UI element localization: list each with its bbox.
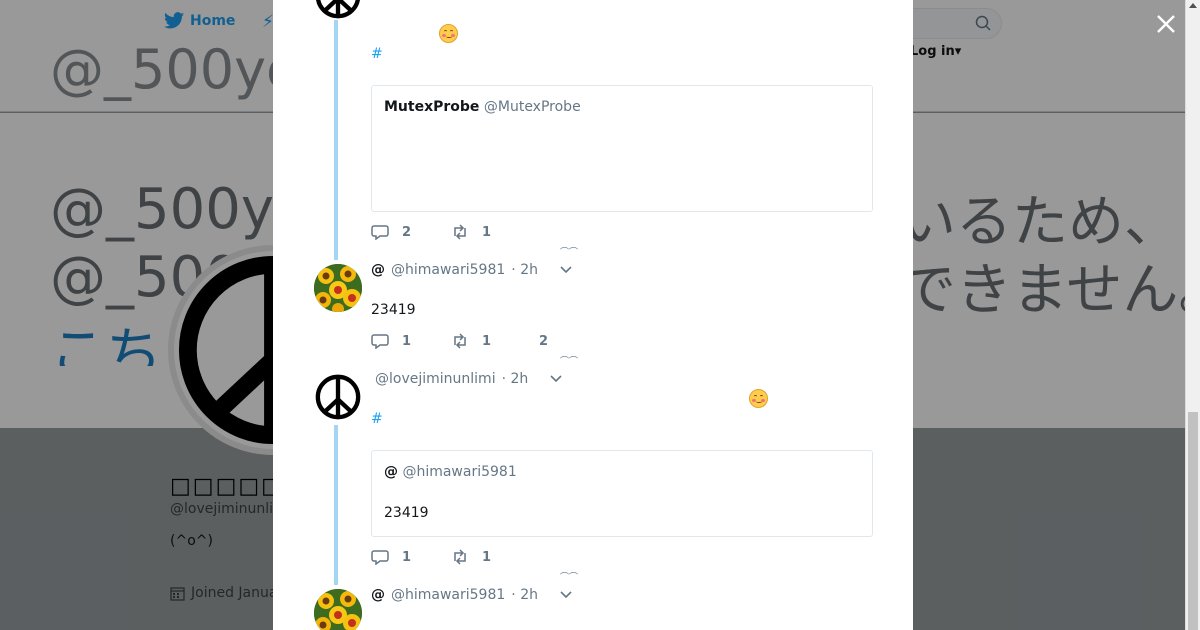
retweet-icon bbox=[454, 549, 466, 565]
tweet2-text: 23419 bbox=[371, 302, 416, 318]
reply-count: 2 bbox=[402, 224, 412, 240]
like-indicator: ⌒⌒ bbox=[560, 248, 579, 258]
peace-sign-icon bbox=[315, 374, 361, 420]
smiling-face-emoji bbox=[439, 24, 458, 43]
reply-button[interactable]: 1 bbox=[371, 333, 451, 349]
quoted-tweet-name: MutexProbe bbox=[384, 99, 480, 115]
close-icon[interactable] bbox=[1154, 12, 1178, 36]
quoted-tweet-header: MutexProbe @MutexProbe bbox=[384, 99, 581, 115]
retweet-count: 1 bbox=[482, 333, 492, 349]
quoted-tweet-handle: @himawari5981 bbox=[402, 464, 517, 480]
reply-button[interactable]: 1 bbox=[371, 549, 451, 565]
like-count: 2 bbox=[539, 333, 549, 349]
tweet2-name[interactable]: @ bbox=[371, 262, 385, 278]
sunflower-avatar-image bbox=[314, 589, 362, 630]
tweet3-avatar[interactable] bbox=[314, 373, 362, 421]
tweet4-name[interactable]: @ bbox=[371, 587, 385, 603]
quoted-tweet-header: @ @himawari5981 bbox=[384, 464, 517, 480]
chevron-down-icon[interactable] bbox=[560, 266, 572, 274]
tweet2-handle[interactable]: @himawari5981 bbox=[391, 262, 505, 278]
tweet2-header: @ @himawari5981 · 2h bbox=[371, 262, 572, 278]
retweet-count: 1 bbox=[482, 549, 492, 565]
conversation-modal: # MutexProbe @MutexProbe 2 1 ⌒⌒ @ @himaw… bbox=[273, 0, 913, 630]
tweet3-time[interactable]: · 2h bbox=[502, 371, 529, 387]
tweet1-actions: 2 1 bbox=[371, 224, 531, 240]
tweet4-header: @ @himawari5981 · 2h bbox=[371, 587, 572, 603]
tweet2-actions: 1 1 2 bbox=[371, 333, 619, 349]
tweet3-header: @lovejiminunlimi · 2h bbox=[375, 371, 562, 387]
scroll-up-arrow-icon[interactable] bbox=[1189, 3, 1197, 8]
reply-count: 1 bbox=[402, 333, 412, 349]
tweet3-handle[interactable]: @lovejiminunlimi bbox=[375, 371, 496, 387]
smiling-face-emoji bbox=[749, 389, 768, 408]
tweet4-time[interactable]: · 2h bbox=[511, 587, 538, 603]
quoted-tweet-handle: @MutexProbe bbox=[483, 99, 581, 115]
retweet-button[interactable]: 1 bbox=[451, 224, 531, 240]
like-button[interactable]: 2 bbox=[539, 334, 619, 349]
chevron-down-icon[interactable] bbox=[550, 375, 562, 383]
reply-button[interactable]: 2 bbox=[371, 224, 451, 240]
reply-count: 1 bbox=[402, 549, 412, 565]
quoted-tweet-text: 23419 bbox=[384, 505, 429, 521]
like-indicator: ⌒⌒ bbox=[560, 573, 579, 583]
tweet2-time[interactable]: · 2h bbox=[511, 262, 538, 278]
like-indicator: ⌒⌒ bbox=[560, 357, 579, 367]
reply-icon bbox=[371, 550, 389, 565]
reply-icon bbox=[371, 334, 389, 349]
chevron-down-icon[interactable] bbox=[560, 591, 572, 599]
retweet-button[interactable]: 1 bbox=[451, 549, 531, 565]
tweet1-avatar[interactable] bbox=[314, 0, 362, 20]
retweet-button[interactable]: 1 bbox=[451, 333, 531, 349]
thread-connector bbox=[334, 20, 338, 260]
tweet1-quoted-tweet[interactable]: MutexProbe @MutexProbe bbox=[371, 85, 873, 212]
page-scrollbar[interactable] bbox=[1185, 0, 1200, 630]
retweet-icon bbox=[454, 333, 466, 349]
reply-icon bbox=[371, 225, 389, 240]
tweet1-hashtag[interactable]: # bbox=[371, 46, 383, 62]
sunflower-avatar-image bbox=[314, 264, 362, 312]
quoted-tweet-name: @ bbox=[384, 464, 398, 480]
tweet4-handle[interactable]: @himawari5981 bbox=[391, 587, 505, 603]
scrollbar-thumb[interactable] bbox=[1188, 412, 1198, 630]
tweet2-avatar[interactable] bbox=[314, 264, 362, 312]
retweet-count: 1 bbox=[482, 224, 492, 240]
tweet4-avatar[interactable] bbox=[314, 589, 362, 630]
tweet3-actions: 1 1 bbox=[371, 549, 531, 565]
tweet3-hashtag[interactable]: # bbox=[371, 411, 383, 427]
thread-connector bbox=[334, 425, 338, 585]
tweet3-quoted-tweet[interactable]: @ @himawari5981 23419 bbox=[371, 450, 873, 537]
retweet-icon bbox=[454, 224, 466, 240]
peace-sign-icon bbox=[316, 0, 360, 19]
